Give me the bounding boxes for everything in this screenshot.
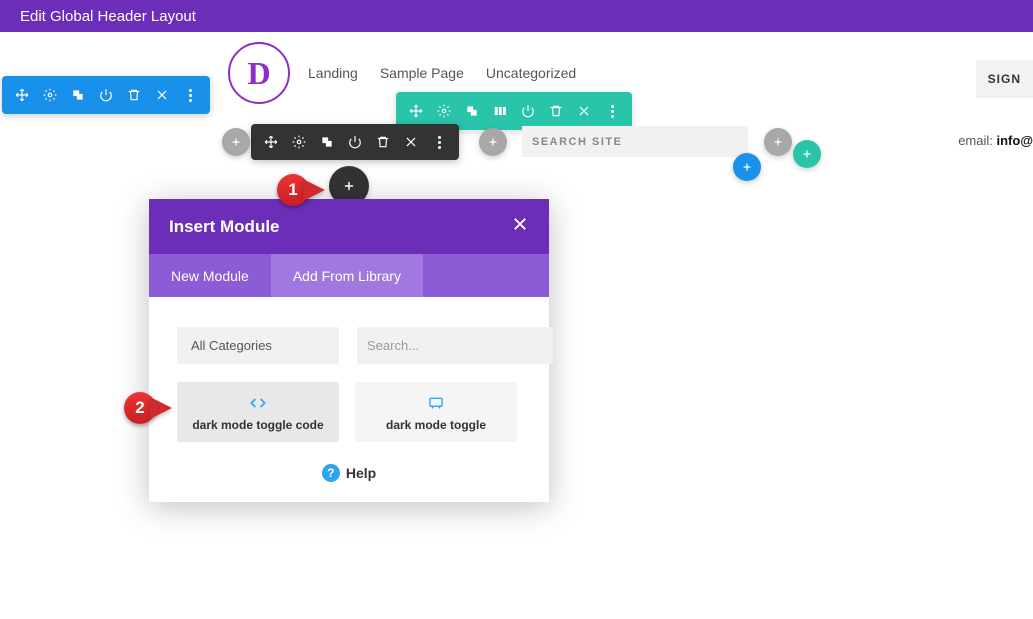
close-icon[interactable] (397, 124, 425, 160)
trash-icon[interactable] (542, 92, 570, 130)
code-icon (185, 394, 331, 412)
more-icon[interactable] (176, 76, 204, 114)
modal-tabs: New Module Add From Library (149, 254, 549, 297)
more-icon[interactable] (425, 124, 453, 160)
library-item-dark-mode-toggle[interactable]: dark mode toggle (355, 382, 517, 442)
duplicate-icon[interactable] (458, 92, 486, 130)
duplicate-icon[interactable] (64, 76, 92, 114)
callout-2: 2 (124, 392, 172, 424)
power-icon[interactable] (341, 124, 369, 160)
gear-icon[interactable] (285, 124, 313, 160)
trash-icon[interactable] (369, 124, 397, 160)
add-module-button[interactable] (479, 128, 507, 156)
more-icon[interactable] (598, 92, 626, 130)
add-section-button[interactable] (733, 153, 761, 181)
insert-module-modal: Insert Module New Module Add From Librar… (149, 199, 549, 502)
library-item-dark-mode-toggle-code[interactable]: dark mode toggle code (177, 382, 339, 442)
close-icon[interactable] (570, 92, 598, 130)
library-item-label: dark mode toggle code (185, 418, 331, 432)
move-icon[interactable] (257, 124, 285, 160)
library-item-label: dark mode toggle (363, 418, 509, 432)
blurb-icon (363, 394, 509, 412)
section-toolbar (2, 76, 210, 114)
close-icon[interactable] (148, 76, 176, 114)
categories-select[interactable]: All Categories (177, 327, 339, 364)
move-icon[interactable] (8, 76, 36, 114)
module-toolbar (251, 124, 459, 160)
close-icon[interactable] (511, 215, 529, 238)
top-bar: Edit Global Header Layout (0, 0, 1033, 32)
add-module-button[interactable] (222, 128, 250, 156)
add-row-button[interactable] (793, 140, 821, 168)
help-icon: ? (322, 464, 340, 482)
trash-icon[interactable] (120, 76, 148, 114)
nav-link-sample-page[interactable]: Sample Page (380, 65, 464, 81)
nav-link-uncategorized[interactable]: Uncategorized (486, 65, 576, 81)
site-logo[interactable]: D (228, 42, 290, 104)
modal-header: Insert Module (149, 199, 549, 254)
gear-icon[interactable] (36, 76, 64, 114)
sign-in-button[interactable]: SIGN (976, 60, 1033, 98)
email-label: email: info@ (958, 133, 1033, 148)
columns-icon[interactable] (486, 92, 514, 130)
add-module-button[interactable] (764, 128, 792, 156)
help-label: Help (346, 465, 376, 481)
duplicate-icon[interactable] (313, 124, 341, 160)
nav-link-landing[interactable]: Landing (308, 65, 358, 81)
callout-1: 1 (277, 174, 325, 206)
nav-links: Landing Sample Page Uncategorized (308, 65, 576, 81)
tab-add-from-library[interactable]: Add From Library (271, 254, 423, 297)
help-link[interactable]: ? Help (177, 464, 521, 482)
library-search-input[interactable] (357, 327, 553, 364)
power-icon[interactable] (514, 92, 542, 130)
tab-new-module[interactable]: New Module (149, 254, 271, 297)
top-bar-title: Edit Global Header Layout (20, 8, 196, 25)
search-site-input[interactable] (522, 126, 748, 157)
modal-title: Insert Module (169, 217, 280, 237)
power-icon[interactable] (92, 76, 120, 114)
